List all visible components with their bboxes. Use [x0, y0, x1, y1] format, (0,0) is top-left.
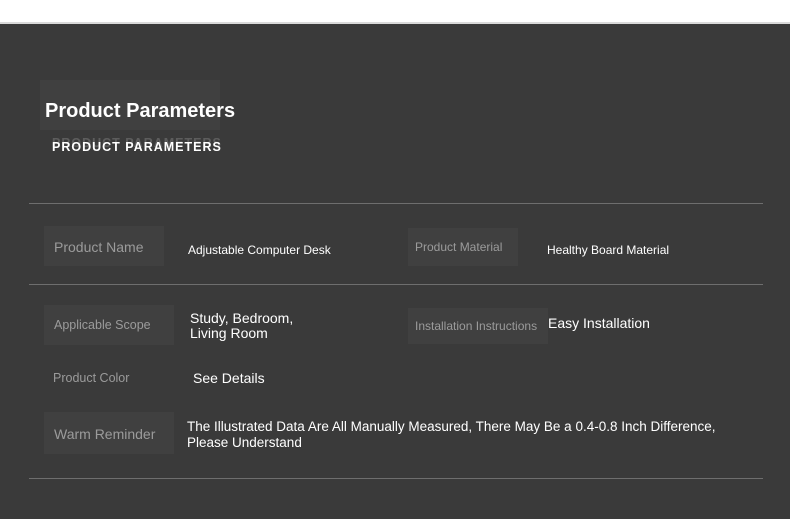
product-material-value: Healthy Board Material: [547, 243, 670, 257]
applicable-scope-value-line2: Living Room: [190, 325, 268, 341]
product-name-value: Adjustable Computer Desk: [188, 243, 331, 257]
divider-middle: [29, 284, 763, 285]
product-name-label: Product Name: [54, 239, 144, 255]
section-subtitle: PRODUCT PARAMETERS: [52, 140, 222, 154]
section-title: Product Parameters: [45, 100, 236, 122]
applicable-scope-label: Applicable Scope: [54, 318, 151, 332]
warm-reminder-value-line1: The Illustrated Data Are All Manually Me…: [187, 419, 716, 434]
installation-instructions-label: Installation Instructions: [415, 319, 538, 333]
applicable-scope-value-line1: Study, Bedroom,: [190, 310, 294, 326]
product-color-value: See Details: [193, 370, 265, 386]
product-material-label: Product Material: [415, 240, 503, 254]
warm-reminder-label: Warm Reminder: [54, 426, 156, 442]
product-color-label: Product Color: [53, 371, 130, 385]
top-white-strip: [0, 0, 790, 24]
installation-instructions-value: Easy Installation: [548, 315, 650, 331]
divider-bottom: [29, 478, 763, 479]
divider-top: [29, 203, 763, 204]
warm-reminder-value-line2: Please Understand: [187, 435, 302, 450]
